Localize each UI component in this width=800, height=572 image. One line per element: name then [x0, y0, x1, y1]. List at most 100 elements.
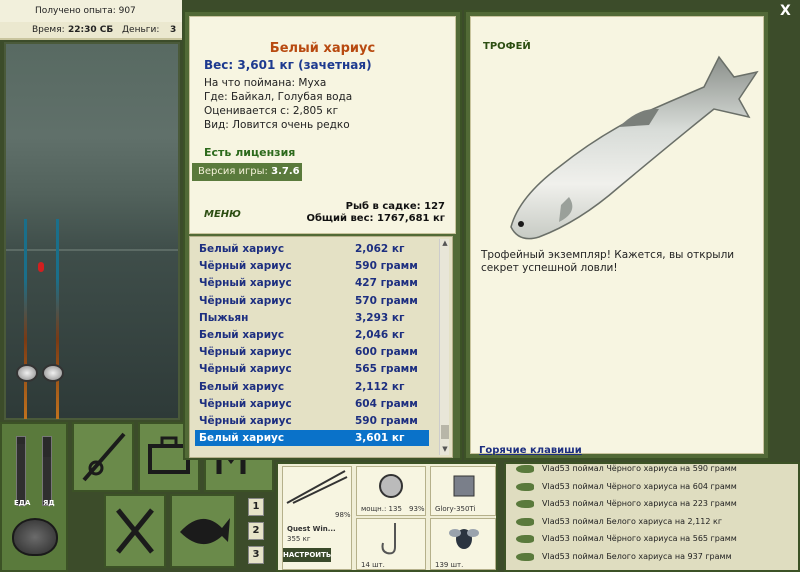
bait-slot[interactable]: 139 шт.: [430, 518, 496, 570]
keepnet-count: Рыб в садке: 127: [345, 201, 445, 212]
catch-row[interactable]: Белый хариус 2,062 кг: [195, 241, 429, 257]
catch-fish-weight: 590 грамм: [355, 260, 418, 273]
trophy-card: ТРОФЕЙ Трофейный экземпляр! Кажется, вы …: [470, 16, 764, 456]
catch-row[interactable]: Чёрный хариус 590 грамм: [195, 413, 429, 429]
catch-fish-weight: 3,293 кг: [355, 311, 405, 324]
catch-fish-weight: 2,062 кг: [355, 243, 405, 255]
rod-name: Quest Win...: [287, 525, 336, 533]
catch-fish-weight: 565 грамм: [355, 363, 418, 376]
catch-row[interactable]: Белый хариус 2,046 кг: [195, 327, 429, 343]
fish-bait: На что поймана: Муха: [204, 77, 327, 89]
cauldron-icon[interactable]: [12, 518, 58, 556]
catch-row[interactable]: Пыжьян 3,293 кг: [195, 310, 429, 326]
fish-icon: [516, 500, 534, 508]
catch-row[interactable]: Белый хариус 2,112 кг: [195, 379, 429, 395]
log-entry: Vlad53 поймал Чёрного хариуса на 565 гра…: [516, 532, 796, 548]
close-icon[interactable]: X: [780, 3, 791, 19]
game-window: Получено опыта: 907 Время: 22:30 СБ День…: [0, 0, 800, 572]
rod-tool-icon: [82, 432, 126, 482]
time-value: 22:30 СБ: [68, 25, 114, 35]
catch-row[interactable]: Чёрный хариус 604 грамм: [195, 396, 429, 412]
catch-fish-name: Белый хариус: [199, 380, 285, 393]
catch-row[interactable]: Чёрный хариус 600 грамм: [195, 344, 429, 360]
money-value: 3: [170, 25, 177, 35]
catch-row[interactable]: Чёрный хариус 590 грамм: [195, 258, 429, 274]
fish-location: Где: Байкал, Голубая вода: [204, 91, 353, 103]
reel-percent: 93%: [409, 505, 425, 513]
catch-fish-name: Чёрный хариус: [199, 294, 292, 307]
catch-fish-name: Чёрный хариус: [199, 260, 292, 273]
log-text: Vlad53 поймал Чёрного хариуса на 565 гра…: [542, 534, 737, 543]
catch-row[interactable]: Чёрный хариус 570 грамм: [195, 293, 429, 309]
trophy-panel: ТРОФЕЙ Трофейный экземпляр! Кажется, вы …: [464, 10, 770, 460]
time-money-row: Время: 22:30 СБ Деньги: 3: [0, 22, 182, 38]
fish-icon: [516, 465, 534, 473]
eat-button[interactable]: [104, 494, 166, 568]
menu-button[interactable]: МЕНЮ: [204, 209, 241, 220]
lake-scene[interactable]: [4, 42, 180, 420]
catch-fish-name: Чёрный хариус: [199, 363, 292, 376]
catch-list[interactable]: Белый хариус 3,601 кг Чёрный хариус 590 гра…: [189, 236, 453, 458]
catch-fish-weight: 2,046 кг: [355, 329, 405, 341]
fish-info-card: Белый хариус Вес: 3,601 кг (зачетная) На…: [189, 16, 456, 234]
time-label: Время:: [32, 25, 65, 35]
fish-icon: [180, 518, 230, 545]
bobber-icon: [38, 262, 44, 272]
scroll-up-icon[interactable]: ▲: [440, 239, 450, 249]
hotkeys-link[interactable]: Горячие клавиши: [479, 445, 582, 456]
keepnet-stats: Рыб в садке: 127 Общий вес: 1767,681 кг: [306, 201, 445, 225]
rod-percent: 98%: [335, 511, 351, 519]
fork-knife-icon: [116, 508, 154, 554]
catch-fish-name: Белый хариус: [199, 432, 285, 445]
fish-rarity: Вид: Ловится очень редко: [204, 119, 350, 131]
catch-fish-weight: 570 грамм: [355, 294, 418, 307]
catch-row[interactable]: Чёрный хариус 565 грамм: [195, 361, 429, 377]
bait-count: 139 шт.: [435, 561, 464, 569]
reel-1-icon: [16, 364, 38, 382]
fishing-rod-2[interactable]: [56, 219, 59, 419]
reel-2-icon: [42, 364, 64, 382]
fly-icon: [449, 529, 479, 549]
status-bar: Получено опыта: 907 Время: 22:30 СБ День…: [0, 0, 182, 40]
catch-fish-weight: 3,601 кг: [355, 432, 405, 445]
tab-1[interactable]: 1: [248, 498, 264, 516]
food-meter: [16, 436, 26, 506]
scroll-thumb[interactable]: [441, 425, 449, 439]
line-spool-icon: [453, 475, 475, 497]
catch-fish-name: Белый хариус: [199, 329, 285, 341]
tab-2[interactable]: 2: [248, 522, 264, 540]
horizon-line: [6, 249, 178, 251]
version-value: 3.7.6: [271, 166, 300, 177]
catch-fish-name: Чёрный хариус: [199, 415, 292, 427]
reel-slot[interactable]: мощн.: 135 93%: [356, 466, 426, 516]
fish-weight: Вес: 3,601 кг (зачетная): [204, 58, 372, 72]
energy-label: ЯД: [43, 499, 55, 507]
catch-fish-name: Чёрный хариус: [199, 346, 292, 359]
license-status: Есть лицензия: [204, 146, 296, 159]
rod-tool-button[interactable]: [72, 422, 134, 492]
tab-3[interactable]: 3: [248, 546, 264, 564]
catch-list-scrollbar[interactable]: ▲ ▼: [439, 239, 449, 455]
line-name: Glory-350Ti: [435, 505, 476, 513]
log-entry: Vlad53 поймал Чёрного хариуса на 223 гра…: [516, 497, 796, 513]
catch-row[interactable]: Чёрный хариус 427 грамм: [195, 275, 429, 291]
log-entry: Vlad53 поймал Белого хариуса на 937 грам…: [516, 550, 796, 566]
catch-row[interactable]: Белый хариус 3,601 кг: [195, 430, 429, 447]
line-slot[interactable]: Glory-350Ti: [430, 466, 496, 516]
fish-guide-button[interactable]: [170, 494, 236, 568]
catch-fish-weight: 604 грамм: [355, 397, 418, 410]
fishing-rod-1[interactable]: [24, 219, 27, 419]
reel-power: мощн.: 135: [361, 505, 402, 513]
fish-price: Оценивается с: 2,805 кг: [204, 105, 339, 117]
tune-button[interactable]: НАСТРОИТЬ: [283, 548, 331, 562]
log-text: Vlad53 поймал Чёрного хариуса на 604 гра…: [542, 481, 737, 491]
hook-icon: [381, 523, 396, 555]
fish-icon: [516, 482, 534, 491]
food-label: ЕДА: [14, 499, 31, 507]
scroll-down-icon[interactable]: ▼: [440, 445, 450, 455]
catch-fish-name: Чёрный хариус: [199, 277, 292, 290]
catch-fish-weight: 590 грамм: [355, 415, 418, 427]
hook-slot[interactable]: 14 шт.: [356, 518, 426, 570]
catch-fish-weight: 2,112 кг: [355, 380, 405, 393]
reel-icon: [379, 474, 403, 498]
